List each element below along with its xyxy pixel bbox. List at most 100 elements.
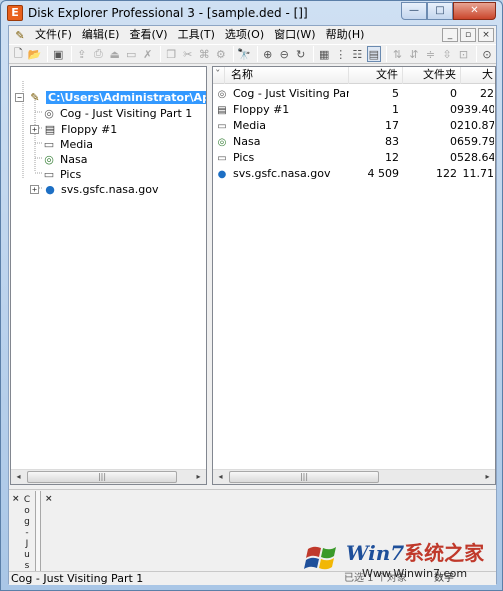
panel-divider[interactable] <box>35 491 41 571</box>
eject-icon[interactable]: ⏏ <box>108 46 123 62</box>
tree-item-floppy[interactable]: + ▤ Floppy #1 <box>30 121 117 137</box>
status-bar: Cog - Just Visiting Part 1 已选 1 个对象 数字 <box>9 571 496 585</box>
column-header-folders[interactable]: 文件夹 <box>403 67 461 84</box>
mdi-close-button[interactable]: × <box>478 28 494 42</box>
document-icon[interactable]: ✎ <box>12 28 28 42</box>
list-row[interactable]: ▤ Floppy #1 1 0 939.40 <box>213 102 495 118</box>
delete-icon[interactable]: ✗ <box>141 46 156 62</box>
sort-date-icon[interactable]: ⇳ <box>440 46 455 62</box>
disk-update-icon[interactable]: ↻ <box>294 46 309 62</box>
sort-size-icon[interactable]: ≑ <box>423 46 438 62</box>
catalog-list[interactable]: ˇ 名称 文件 文件夹 大 ◎ Cog - Just Visiting Part… <box>212 66 496 485</box>
sort-az-icon[interactable]: ⇅ <box>390 46 405 62</box>
drive-icon[interactable]: ▭ <box>124 46 139 62</box>
tree-view-icon[interactable]: ⋮ <box>334 46 349 62</box>
expand-icon[interactable]: + <box>30 184 39 194</box>
tree-root-label: C:\Users\Administrator\AppData\ <box>46 90 206 104</box>
tree-item-label: Nasa <box>60 152 88 166</box>
vertical-tab-label[interactable]: C o g - J u s t <box>23 495 31 583</box>
list-horizontal-scrollbar[interactable]: ◂ ||| ▸ <box>213 469 495 484</box>
maximize-button[interactable]: □ <box>427 2 453 20</box>
tree-item-nasa[interactable]: ◎ Nasa <box>41 151 87 167</box>
sort-za-icon[interactable]: ⇵ <box>407 46 422 62</box>
import-icon[interactable]: ⇪ <box>75 46 90 62</box>
toolbar-separator <box>47 46 48 62</box>
close-button[interactable]: ✕ <box>453 2 496 20</box>
scroll-thumb[interactable]: ||| <box>27 471 177 483</box>
minimize-button[interactable]: — <box>401 2 427 20</box>
toolbar: 🗋 📂 ▣ ⇪ ⎙ ⏏ ▭ ✗ ❐ ✂ ⌘ ⚙ 🔭 ⊕ ⊖ ↻ ▦ ⋮ ☷ ▤ <box>9 44 496 64</box>
drive-icon: ▭ <box>217 120 227 132</box>
cell-size: 939.40 <box>457 103 494 116</box>
find-icon[interactable]: 🔭 <box>237 46 252 62</box>
properties-icon[interactable]: ⚙ <box>214 46 229 62</box>
info-icon[interactable]: ⊡ <box>456 46 471 62</box>
sort-indicator-icon[interactable]: ˇ <box>213 67 225 84</box>
app-logo-icon[interactable]: E <box>7 5 23 21</box>
cell-files: 83 <box>385 135 399 148</box>
horizontal-splitter[interactable] <box>9 485 496 490</box>
vertical-char: o <box>24 506 30 516</box>
disk-remove-icon[interactable]: ⊖ <box>277 46 292 62</box>
paste-icon[interactable]: ⌘ <box>197 46 212 62</box>
menu-options[interactable]: 选项(O) <box>220 26 269 44</box>
copy-icon[interactable]: ❐ <box>164 46 179 62</box>
cell-folders: 0 <box>450 151 457 164</box>
disk-add-icon[interactable]: ⊕ <box>261 46 276 62</box>
cell-folders: 122 <box>436 167 457 180</box>
open-icon[interactable]: 📂 <box>28 46 43 62</box>
scroll-right-icon[interactable]: ▸ <box>480 470 495 484</box>
close-panel-icon[interactable]: × <box>45 494 53 504</box>
cell-folders: 0 <box>450 87 457 100</box>
scroll-left-icon[interactable]: ◂ <box>213 470 228 484</box>
scroll-left-icon[interactable]: ◂ <box>11 470 26 484</box>
menu-view[interactable]: 查看(V) <box>124 26 172 44</box>
status-text: Cog - Just Visiting Part 1 <box>11 572 144 585</box>
list-row[interactable]: ▭ Media 17 0 210.87 <box>213 118 495 134</box>
column-header-files[interactable]: 文件 <box>349 67 403 84</box>
cell-name: svs.gsfc.nasa.gov <box>233 167 331 180</box>
export-icon[interactable]: ⎙ <box>91 46 106 62</box>
tree-item-media[interactable]: ▭ Media <box>41 136 93 152</box>
menu-window[interactable]: 窗口(W) <box>269 26 320 44</box>
tree-item-svs[interactable]: + ● svs.gsfc.nasa.gov <box>30 181 159 197</box>
list-row[interactable]: ● svs.gsfc.nasa.gov 4 509 122 11.71 <box>213 166 495 182</box>
title-bar[interactable]: E Disk Explorer Professional 3 - [sample… <box>1 1 502 25</box>
menu-edit[interactable]: 编辑(E) <box>77 26 125 44</box>
tree-horizontal-scrollbar[interactable]: ◂ ||| ▸ <box>11 469 206 484</box>
tree-item-cog[interactable]: ◎ Cog - Just Visiting Part 1 <box>41 105 192 121</box>
menu-file[interactable]: 文件(F) <box>30 26 77 44</box>
scroll-right-icon[interactable]: ▸ <box>191 470 206 484</box>
list-row[interactable]: ◎ Nasa 83 0 659.79 <box>213 134 495 150</box>
mdi-restore-button[interactable]: ▫ <box>460 28 476 42</box>
details-view-icon[interactable]: ▤ <box>366 46 382 62</box>
collapse-icon[interactable]: − <box>15 92 24 102</box>
cell-size: 528.64 <box>457 151 494 164</box>
cell-folders: 0 <box>450 103 457 116</box>
list-row[interactable]: ◎ Cog - Just Visiting Part 1 5 0 22 <box>213 86 495 102</box>
tree-root[interactable]: − ✎ C:\Users\Administrator\AppData\ <box>15 89 206 105</box>
cut-icon[interactable]: ✂ <box>181 46 196 62</box>
large-icons-icon[interactable]: ▦ <box>317 46 332 62</box>
window-title: Disk Explorer Professional 3 - [sample.d… <box>28 6 308 20</box>
column-header-name[interactable]: 名称 <box>225 67 349 84</box>
close-panel-icon[interactable]: × <box>12 494 20 504</box>
folder-tree[interactable]: − ✎ C:\Users\Administrator\AppData\ ◎ Co… <box>10 66 207 485</box>
tree-item-label: Cog - Just Visiting Part 1 <box>60 106 193 120</box>
expand-icon[interactable]: + <box>30 124 39 134</box>
toolbar-separator <box>160 46 161 62</box>
new-icon[interactable]: 🗋 <box>11 46 26 62</box>
menu-help[interactable]: 帮助(H) <box>321 26 370 44</box>
catalog-icon[interactable]: ▣ <box>51 46 66 62</box>
menu-tools[interactable]: 工具(T) <box>173 26 220 44</box>
scroll-thumb[interactable]: ||| <box>229 471 379 483</box>
list-row[interactable]: ▭ Pics 12 0 528.64 <box>213 150 495 166</box>
tree-item-label: Pics <box>60 167 82 181</box>
column-header-size[interactable]: 大 <box>461 67 495 84</box>
list-view-icon[interactable]: ☷ <box>350 46 365 62</box>
cell-name: Media <box>233 119 267 132</box>
tree-item-pics[interactable]: ▭ Pics <box>41 166 81 182</box>
cell-files: 4 509 <box>367 167 400 180</box>
mdi-minimize-button[interactable]: _ <box>442 28 458 42</box>
options-icon[interactable]: ⊙ <box>480 46 495 62</box>
